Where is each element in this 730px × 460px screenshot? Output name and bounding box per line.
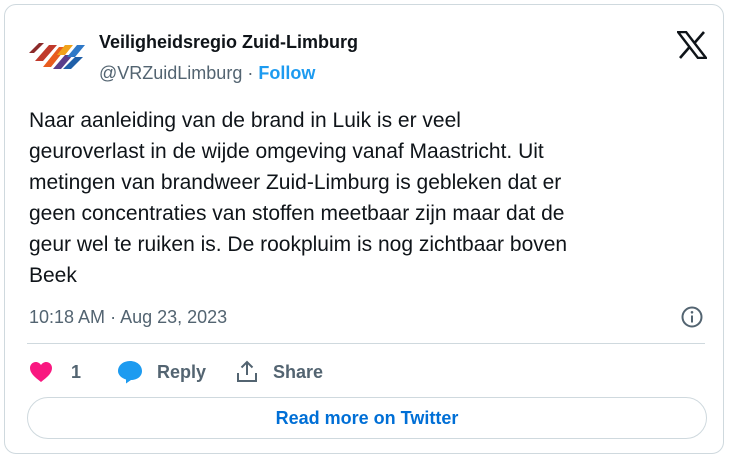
action-bar: 1 Reply Share	[29, 357, 709, 387]
like-button[interactable]: 1	[29, 357, 81, 387]
heart-icon	[30, 362, 52, 382]
reply-label: Reply	[157, 361, 207, 382]
handle-row: @VRZuidLimburg · Follow	[99, 63, 315, 84]
author-handle[interactable]: @VRZuidLimburg	[99, 63, 242, 83]
avatar[interactable]	[27, 35, 91, 75]
like-count: 1	[71, 361, 82, 382]
vrzl-logo-icon	[29, 43, 85, 69]
follow-link[interactable]: Follow	[258, 63, 315, 83]
read-more-label: Read more on Twitter	[275, 407, 459, 428]
meta-separator: ·	[110, 307, 117, 327]
tweet-meta: 10:18 AM · Aug 23, 2023	[29, 307, 709, 328]
tweet-time[interactable]: 10:18 AM	[29, 307, 105, 327]
author-name[interactable]: Veiligheidsregio Zuid-Limburg	[99, 32, 358, 53]
handle-separator: ·	[247, 63, 254, 83]
reply-button[interactable]: Reply	[117, 357, 206, 387]
share-button[interactable]: Share	[235, 357, 323, 387]
read-more-button[interactable]: Read more on Twitter	[27, 397, 707, 439]
share-icon	[237, 360, 257, 382]
tweet-text: Naar aanleiding van de brand in Luik is …	[29, 109, 568, 287]
info-icon[interactable]	[680, 305, 704, 329]
tweet-card: Veiligheidsregio Zuid-Limburg @VRZuidLim…	[4, 4, 724, 454]
share-label: Share	[273, 361, 324, 382]
reply-icon	[118, 361, 142, 384]
tweet-date[interactable]: Aug 23, 2023	[120, 307, 227, 327]
x-logo-icon[interactable]	[676, 30, 708, 60]
divider	[27, 343, 705, 344]
